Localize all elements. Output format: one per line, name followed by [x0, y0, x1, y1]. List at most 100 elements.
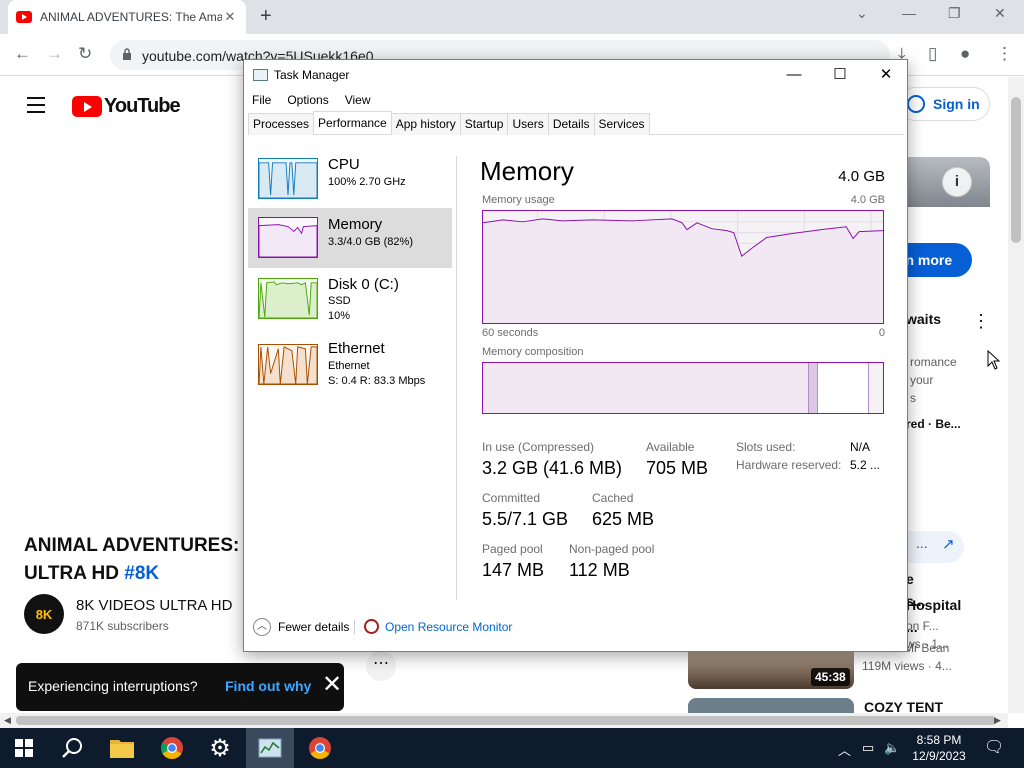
- available-value: 705 MB: [646, 458, 709, 478]
- fewer-details-button[interactable]: Fewer details: [278, 620, 349, 634]
- menu-options[interactable]: Options: [279, 90, 336, 112]
- memory-heading: Memory: [480, 156, 574, 186]
- tab-performance[interactable]: Performance: [313, 111, 392, 134]
- taskbar-chrome-2[interactable]: [296, 728, 344, 768]
- non-paged-pool-label: Non-paged pool: [569, 542, 655, 556]
- sign-in-button[interactable]: Sign in: [898, 87, 990, 121]
- notifications-icon[interactable]: 🗨: [984, 737, 1004, 757]
- ad-desc-line1: romance: [910, 355, 957, 369]
- find-out-why-link[interactable]: Find out why: [225, 678, 311, 694]
- rec3-title[interactable]: COZY TENT: [864, 699, 943, 713]
- rec2-views: 119M views · 4...: [862, 659, 952, 673]
- lock-icon: [123, 48, 131, 60]
- gear-icon: ⚙: [209, 734, 231, 762]
- tab-app-history[interactable]: App history: [390, 113, 461, 135]
- cached-value: 625 MB: [592, 509, 655, 529]
- tab-details[interactable]: Details: [547, 113, 595, 135]
- tab-title: ANIMAL ADVENTURES: The Ama: [40, 10, 222, 24]
- show-hidden-icons-chevron-icon[interactable]: ︿: [838, 740, 851, 759]
- chrome-menu-icon[interactable]: ⋮: [996, 44, 1013, 64]
- sidebar-item-cpu[interactable]: CPU 100% 2.70 GHz: [248, 156, 452, 216]
- slots-used-value: N/A: [850, 440, 871, 454]
- tab-users[interactable]: Users: [507, 113, 549, 135]
- tab-search-icon[interactable]: ⌄: [856, 5, 868, 22]
- hashtag-link[interactable]: #8K: [124, 563, 159, 584]
- memory-usage-label: Memory usage: [482, 194, 555, 206]
- volume-muted-icon[interactable]: 🔈: [884, 740, 900, 756]
- task-manager-titlebar[interactable]: Task Manager — ☐ ✕: [244, 60, 907, 90]
- taskbar-task-manager[interactable]: [246, 728, 294, 768]
- taskbar-settings[interactable]: ⚙: [196, 728, 244, 768]
- tab-close-icon[interactable]: ✕: [222, 9, 238, 25]
- forward-icon[interactable]: →: [46, 44, 63, 64]
- youtube-favicon-icon: [16, 11, 32, 23]
- restore-icon[interactable]: ❐: [948, 5, 961, 22]
- search-button[interactable]: [48, 728, 96, 768]
- ad-link-chip[interactable]: ... ↗: [906, 531, 964, 563]
- reload-icon[interactable]: ↻: [78, 44, 92, 64]
- vertical-scroll-thumb[interactable]: [1011, 97, 1021, 243]
- tm-close-icon[interactable]: ✕: [863, 62, 909, 88]
- ad-desc-line2: your: [910, 373, 934, 387]
- task-manager-window: Task Manager — ☐ ✕ File Options View Pro…: [243, 59, 908, 652]
- performance-sidebar: CPU 100% 2.70 GHz Memory 3.3/4.0 GB (82%…: [248, 156, 454, 596]
- learn-more-button[interactable]: rn more: [900, 243, 972, 277]
- rec3-thumbnail[interactable]: [688, 698, 854, 713]
- open-resource-monitor-link[interactable]: Open Resource Monitor: [385, 620, 512, 634]
- time-axis-label: 60 seconds: [482, 327, 539, 339]
- available-label: Available: [646, 440, 695, 454]
- disk-mini-graph: [258, 278, 318, 319]
- more-options-icon[interactable]: ⋮: [972, 311, 990, 332]
- horizontal-scroll-thumb[interactable]: [16, 716, 996, 725]
- back-icon[interactable]: ←: [14, 44, 31, 64]
- committed-label: Committed: [482, 491, 541, 505]
- tab-startup[interactable]: Startup: [459, 113, 509, 135]
- channel-avatar[interactable]: 8K: [24, 594, 64, 634]
- minimize-icon[interactable]: —: [902, 5, 916, 21]
- start-button[interactable]: [0, 728, 48, 768]
- channel-name[interactable]: 8K VIDEOS ULTRA HD: [76, 597, 232, 614]
- menu-file[interactable]: File: [244, 90, 279, 112]
- sidebar-item-memory[interactable]: Memory 3.3/4.0 GB (82%): [248, 208, 452, 268]
- tm-maximize-icon[interactable]: ☐: [817, 62, 863, 88]
- side-panel-icon[interactable]: ▯: [928, 44, 937, 64]
- system-clock[interactable]: 8:58 PM 12/9/2023: [906, 732, 972, 764]
- collapse-chevron-icon[interactable]: ︿: [253, 618, 271, 636]
- account-icon: [907, 95, 925, 113]
- tm-footer: ︿ Fewer details Open Resource Monitor: [244, 614, 907, 644]
- menu-view[interactable]: View: [337, 90, 379, 112]
- toast-close-icon[interactable]: ✕: [322, 673, 342, 697]
- new-tab-button[interactable]: +: [260, 5, 272, 28]
- tm-minimize-icon[interactable]: —: [771, 62, 817, 88]
- taskbar-file-explorer[interactable]: [98, 728, 146, 768]
- tab-processes[interactable]: Processes: [248, 113, 315, 135]
- vertical-scrollbar[interactable]: [1008, 77, 1024, 713]
- profile-icon[interactable]: ●: [960, 44, 970, 64]
- memory-mini-graph: [258, 217, 318, 258]
- tm-menubar: File Options View: [244, 90, 379, 112]
- chrome-icon: [309, 737, 331, 759]
- tab-services[interactable]: Services: [593, 113, 650, 135]
- hamburger-menu-icon[interactable]: [27, 97, 45, 118]
- windows-logo-icon: [15, 739, 33, 757]
- horizontal-scrollbar[interactable]: ◀ ▶: [0, 713, 1008, 728]
- memory-sub: 3.3/4.0 GB (82%): [328, 236, 413, 248]
- scroll-left-icon[interactable]: ◀: [4, 715, 11, 726]
- close-window-icon[interactable]: ✕: [994, 5, 1006, 22]
- sign-in-label: Sign in: [933, 96, 980, 112]
- sidebar-item-ethernet[interactable]: Ethernet Ethernet S: 0.4 R: 83.3 Mbps: [248, 338, 452, 398]
- scroll-right-icon[interactable]: ▶: [994, 715, 1001, 726]
- taskbar-chrome[interactable]: [148, 728, 196, 768]
- more-actions-button[interactable]: ⋯: [366, 651, 396, 681]
- chip-dots: ...: [916, 535, 928, 551]
- rec2-title-line1[interactable]: Hospital: [906, 597, 961, 613]
- search-icon: [62, 738, 82, 758]
- browser-tab-youtube[interactable]: ANIMAL ADVENTURES: The Ama ✕: [8, 0, 246, 34]
- ad-desc-line3: s: [910, 391, 916, 405]
- youtube-logo[interactable]: YouTube: [72, 95, 181, 118]
- sidebar-item-disk[interactable]: Disk 0 (C:) SSD 10%: [248, 272, 452, 332]
- ad-info-icon[interactable]: i: [942, 167, 972, 197]
- network-icon[interactable]: ▭: [862, 740, 874, 756]
- memory-usage-graph: [482, 210, 884, 324]
- paged-pool-label: Paged pool: [482, 542, 543, 556]
